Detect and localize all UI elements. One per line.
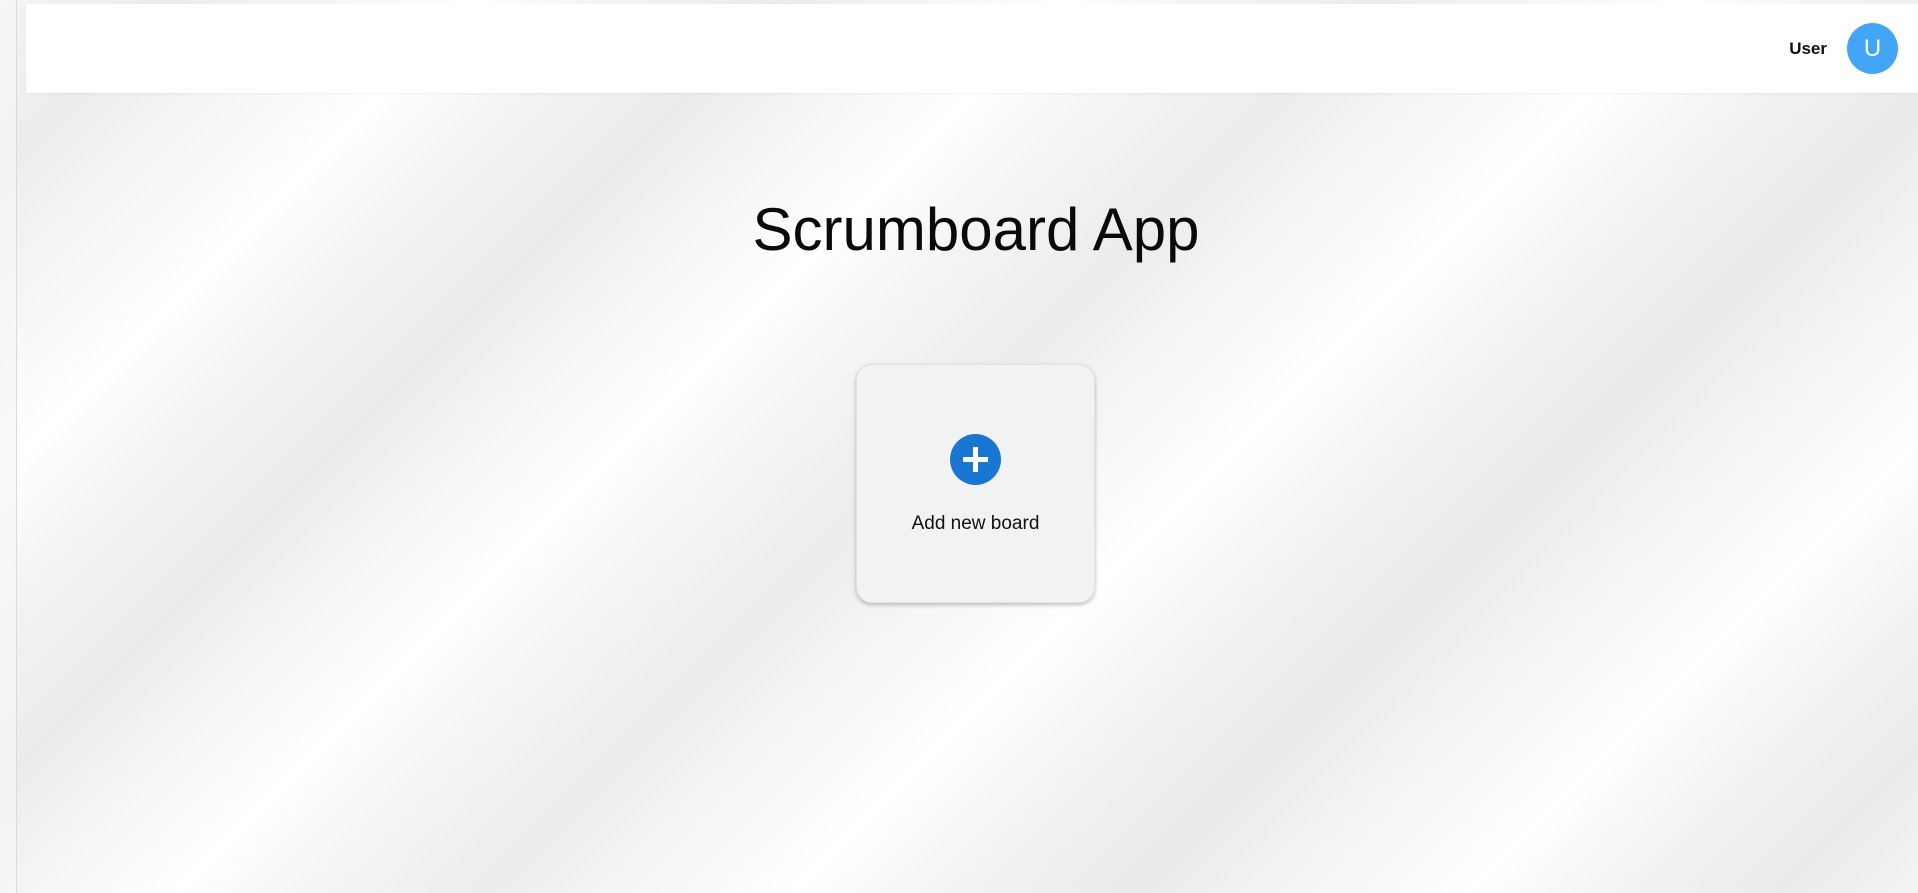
top-app-bar: User U: [26, 4, 1918, 93]
left-edge-rail: [0, 0, 17, 893]
page-title: Scrumboard App: [752, 196, 1200, 263]
add-circle-icon[interactable]: [950, 434, 1001, 485]
add-new-board-label: Add new board: [911, 513, 1040, 534]
avatar-initial: U: [1863, 34, 1882, 62]
add-new-board-card[interactable]: Add new board: [856, 364, 1095, 603]
user-name-label: User: [1789, 38, 1827, 58]
user-menu[interactable]: User U: [1789, 4, 1898, 93]
user-avatar[interactable]: U: [1847, 23, 1898, 74]
